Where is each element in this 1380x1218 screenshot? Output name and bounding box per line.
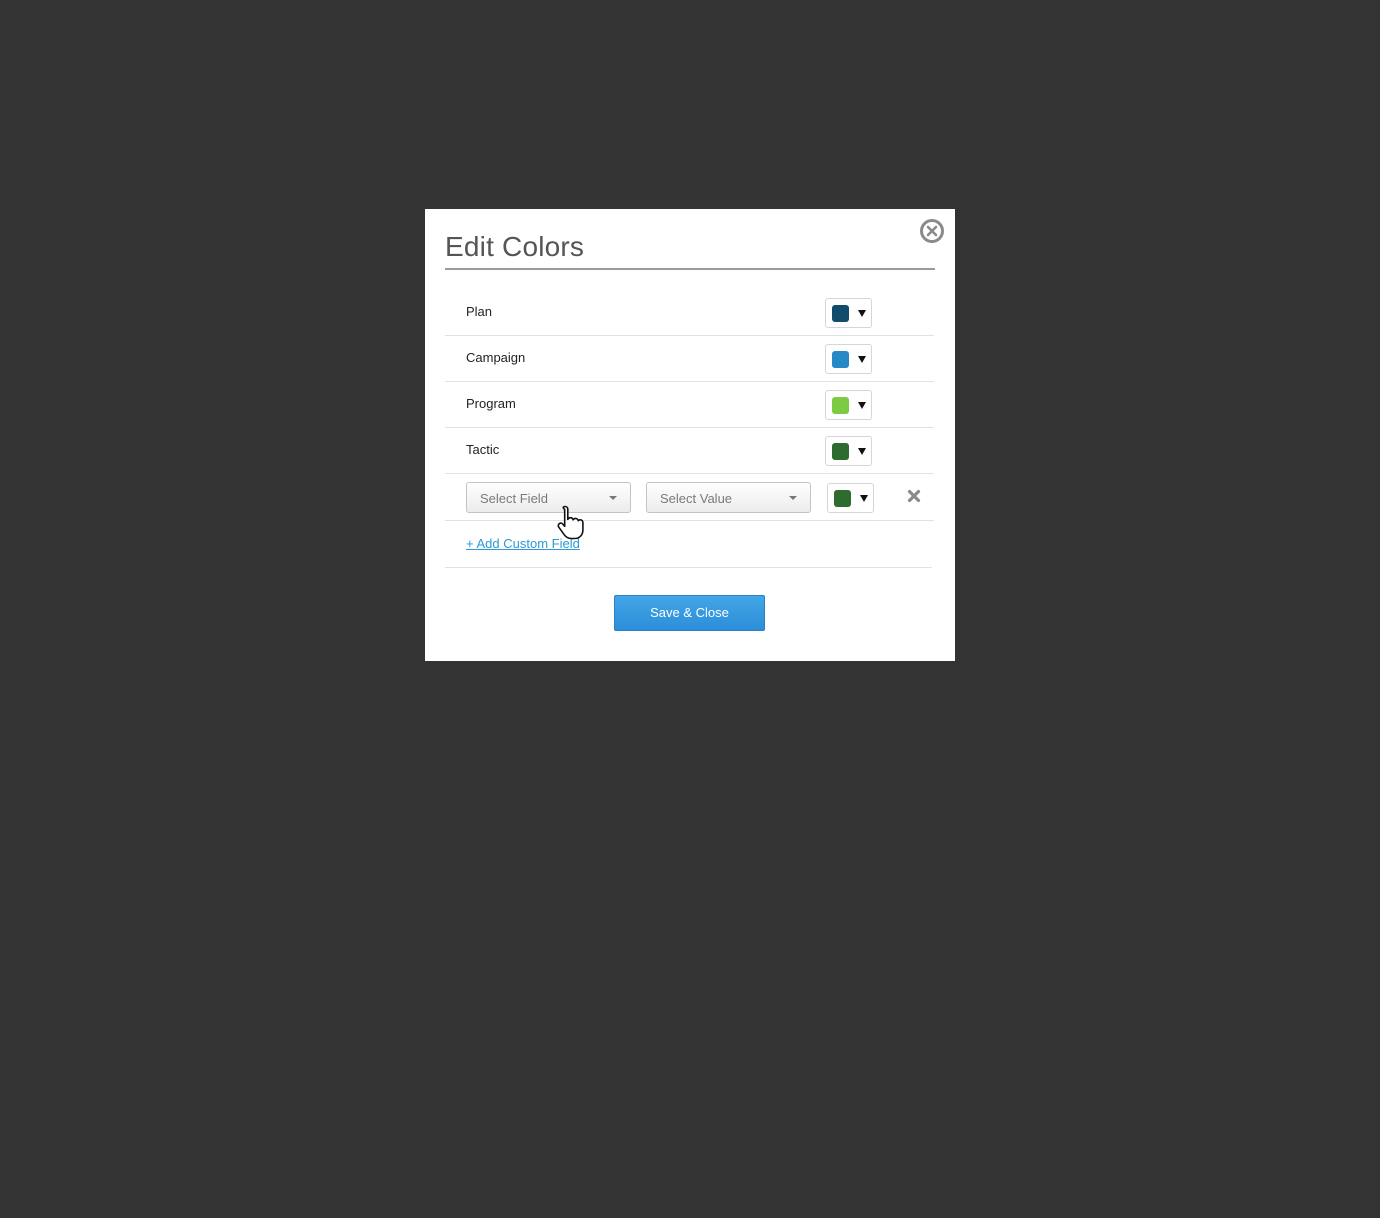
color-swatch: [832, 305, 849, 322]
select-value-dropdown[interactable]: Select Value: [646, 482, 811, 513]
color-row-campaign: Campaign: [445, 336, 934, 382]
color-row-program: Program: [445, 382, 934, 428]
title-divider: [445, 268, 935, 270]
save-close-button[interactable]: Save & Close: [614, 595, 765, 631]
dialog-title: Edit Colors: [445, 231, 585, 262]
caret-down-icon: [858, 448, 866, 455]
color-row-tactic: Tactic: [445, 428, 934, 474]
color-picker-custom[interactable]: [827, 483, 874, 513]
x-glyph: [907, 489, 921, 503]
color-swatch: [832, 443, 849, 460]
color-picker-tactic[interactable]: [825, 436, 872, 466]
color-picker-campaign[interactable]: [825, 344, 872, 374]
caret-down-icon: [858, 356, 866, 363]
color-picker-program[interactable]: [825, 390, 872, 420]
custom-field-row: Select Field Select Value: [445, 475, 934, 521]
select-value-text: Select Value: [660, 491, 733, 506]
row-label: Program: [466, 396, 516, 411]
close-icon[interactable]: [920, 219, 944, 243]
row-label: Tactic: [466, 442, 500, 457]
caret-down-icon: [860, 495, 868, 502]
select-field-text: Select Field: [480, 491, 548, 506]
add-custom-field-link[interactable]: + Add Custom Field: [466, 536, 580, 551]
add-field-divider: [445, 567, 932, 568]
caret-down-icon: [858, 402, 866, 409]
edit-colors-dialog: Edit Colors Plan Campaign Program Tactic: [425, 209, 955, 661]
row-label: Plan: [466, 304, 493, 319]
select-field-dropdown[interactable]: Select Field: [466, 482, 631, 513]
color-swatch: [834, 490, 851, 507]
color-row-plan: Plan: [445, 290, 934, 336]
remove-row-x-icon[interactable]: [907, 489, 921, 503]
color-picker-plan[interactable]: [825, 298, 872, 328]
color-swatch: [832, 351, 849, 368]
color-swatch: [832, 397, 849, 414]
chevron-down-icon: [609, 496, 617, 500]
close-x-glyph: [926, 225, 938, 237]
chevron-down-icon: [789, 496, 797, 500]
row-label: Campaign: [466, 350, 526, 365]
caret-down-icon: [858, 310, 866, 317]
